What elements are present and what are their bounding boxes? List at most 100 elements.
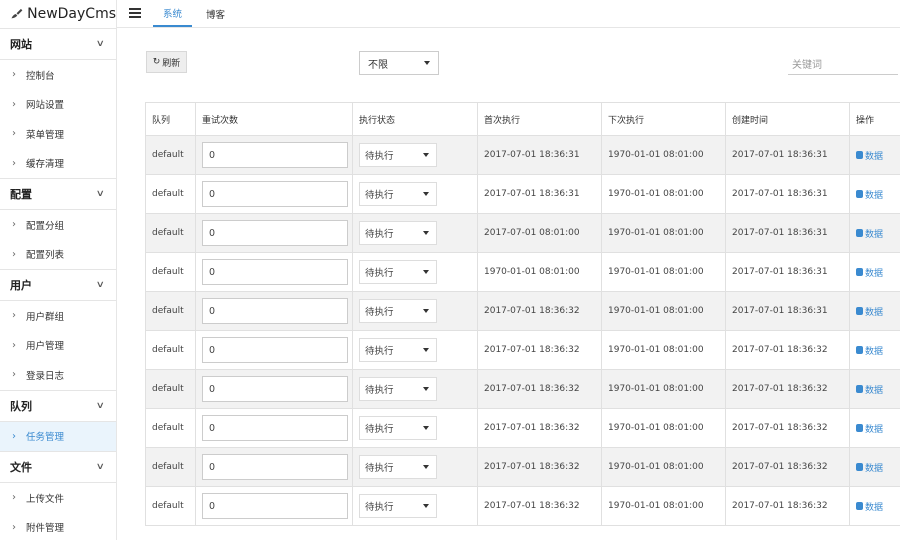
data-link-label: 数据 <box>865 463 884 474</box>
data-link[interactable]: 数据 <box>856 305 896 318</box>
retries-value: 0 <box>209 149 216 161</box>
retries-input[interactable]: 0 <box>202 298 348 324</box>
sidebar-item[interactable]: › 缓存清理 <box>0 149 116 179</box>
retries-input[interactable]: 0 <box>202 415 348 441</box>
status-value: 待执行 <box>365 424 394 435</box>
sidebar-item-label: 配置分组 <box>26 220 65 232</box>
cell-created: 2017-07-01 18:36:32 <box>725 330 850 370</box>
sidebar-item[interactable]: › 登录日志 <box>0 360 116 390</box>
caret-down-icon <box>423 504 429 508</box>
status-value: 待执行 <box>365 463 394 474</box>
brand[interactable]: NewDayCms <box>0 0 116 28</box>
retries-input[interactable]: 0 <box>202 181 348 207</box>
cell-queue: default <box>145 213 196 253</box>
retries-input[interactable]: 0 <box>202 493 348 519</box>
refresh-label: 刷新 <box>162 58 181 69</box>
sidebar-item[interactable]: › 任务管理 <box>0 421 116 451</box>
sidebar-item-label: 用户群组 <box>26 311 65 323</box>
sidebar-item[interactable]: › 控制台 <box>0 60 116 90</box>
data-link[interactable]: 数据 <box>856 344 896 357</box>
sidebar-item[interactable]: › 配置分组 <box>0 210 116 240</box>
sidebar-section-config[interactable]: 配置 ∨ <box>0 178 116 210</box>
retries-input[interactable]: 0 <box>202 259 348 285</box>
database-icon <box>856 502 863 510</box>
cell-queue: default <box>145 135 196 175</box>
sidebar-section-title: 用户 <box>10 279 32 292</box>
sidebar-item[interactable]: › 网站设置 <box>0 90 116 120</box>
sidebar-item[interactable]: › 菜单管理 <box>0 119 116 149</box>
retries-input[interactable]: 0 <box>202 454 348 480</box>
hamburger-icon[interactable] <box>117 0 153 27</box>
cell-retries: 0 <box>195 330 353 370</box>
sidebar-section-title: 文件 <box>10 461 32 474</box>
header-queue: 队列 <box>145 102 196 136</box>
cell-retries: 0 <box>195 213 353 253</box>
sidebar-section-title: 网站 <box>10 38 32 51</box>
status-value: 待执行 <box>365 229 394 240</box>
chevron-right-icon: › <box>12 219 16 231</box>
cell-actions: 数据 <box>849 135 900 175</box>
sidebar-section-files[interactable]: 文件 ∨ <box>0 451 116 483</box>
sidebar-item[interactable]: › 附件管理 <box>0 513 116 540</box>
table-row: default 0 待执行 2017-07-01 18:36:32 1970-01-01… <box>145 447 900 487</box>
retries-input[interactable]: 0 <box>202 376 348 402</box>
cell-first-run: 2017-07-01 18:36:32 <box>477 291 602 331</box>
data-link[interactable]: 数据 <box>856 500 896 513</box>
cell-status: 待执行 <box>352 486 478 526</box>
status-select[interactable]: 待执行 <box>359 455 437 479</box>
retries-value: 0 <box>209 422 216 434</box>
sidebar-item-label: 上传文件 <box>26 493 65 505</box>
refresh-button[interactable]: ↻ 刷新 <box>146 51 187 73</box>
tab-system[interactable]: 系统 <box>153 1 193 27</box>
data-link[interactable]: 数据 <box>856 149 896 162</box>
status-select[interactable]: 待执行 <box>359 416 437 440</box>
status-filter-value: 不限 <box>368 59 388 71</box>
sidebar-section-users[interactable]: 用户 ∨ <box>0 269 116 301</box>
data-link-label: 数据 <box>865 268 884 279</box>
status-select[interactable]: 待执行 <box>359 338 437 362</box>
status-filter-select[interactable]: 不限 <box>359 51 439 75</box>
data-link[interactable]: 数据 <box>856 188 896 201</box>
cell-actions: 数据 <box>849 174 900 214</box>
status-select[interactable]: 待执行 <box>359 377 437 401</box>
sidebar-section-queue[interactable]: 队列 ∨ <box>0 389 116 422</box>
chevron-right-icon: › <box>12 98 16 110</box>
status-select[interactable]: 待执行 <box>359 260 437 284</box>
cell-first-run: 2017-07-01 18:36:32 <box>477 486 602 526</box>
sidebar-item[interactable]: › 配置列表 <box>0 240 116 270</box>
database-icon <box>856 424 863 432</box>
sidebar-section-title: 配置 <box>10 188 32 201</box>
status-value: 待执行 <box>365 190 394 201</box>
retries-input[interactable]: 0 <box>202 142 348 168</box>
sidebar-section-website[interactable]: 网站 ∨ <box>0 28 116 60</box>
search-input[interactable]: 关键词 <box>788 53 898 75</box>
data-link[interactable]: 数据 <box>856 383 896 396</box>
cell-next-run: 1970-01-01 08:01:00 <box>601 486 726 526</box>
retries-input[interactable]: 0 <box>202 337 348 363</box>
chevron-right-icon: › <box>12 492 16 504</box>
search-placeholder: 关键词 <box>792 60 822 71</box>
cell-first-run: 2017-07-01 18:36:32 <box>477 369 602 409</box>
cell-queue: default <box>145 408 196 448</box>
data-link[interactable]: 数据 <box>856 461 896 474</box>
sidebar-item[interactable]: › 上传文件 <box>0 483 116 513</box>
status-select[interactable]: 待执行 <box>359 182 437 206</box>
data-link-label: 数据 <box>865 502 884 513</box>
cell-next-run: 1970-01-01 08:01:00 <box>601 330 726 370</box>
chevron-right-icon: › <box>12 69 16 81</box>
status-select[interactable]: 待执行 <box>359 494 437 518</box>
status-select[interactable]: 待执行 <box>359 143 437 167</box>
sidebar-item[interactable]: › 用户管理 <box>0 331 116 361</box>
cell-status: 待执行 <box>352 330 478 370</box>
sidebar-item[interactable]: › 用户群组 <box>0 301 116 331</box>
data-link[interactable]: 数据 <box>856 227 896 240</box>
table-header-row: 队列 重试次数 执行状态 首次执行 下次执行 创建时间 操作 <box>145 102 900 136</box>
tab-blog[interactable]: 博客 <box>196 1 235 27</box>
data-link[interactable]: 数据 <box>856 422 896 435</box>
chevron-down-icon: ∨ <box>96 39 106 49</box>
status-select[interactable]: 待执行 <box>359 221 437 245</box>
table-row: default 0 待执行 2017-07-01 18:36:32 1970-01-01… <box>145 291 900 331</box>
retries-input[interactable]: 0 <box>202 220 348 246</box>
data-link[interactable]: 数据 <box>856 266 896 279</box>
status-select[interactable]: 待执行 <box>359 299 437 323</box>
